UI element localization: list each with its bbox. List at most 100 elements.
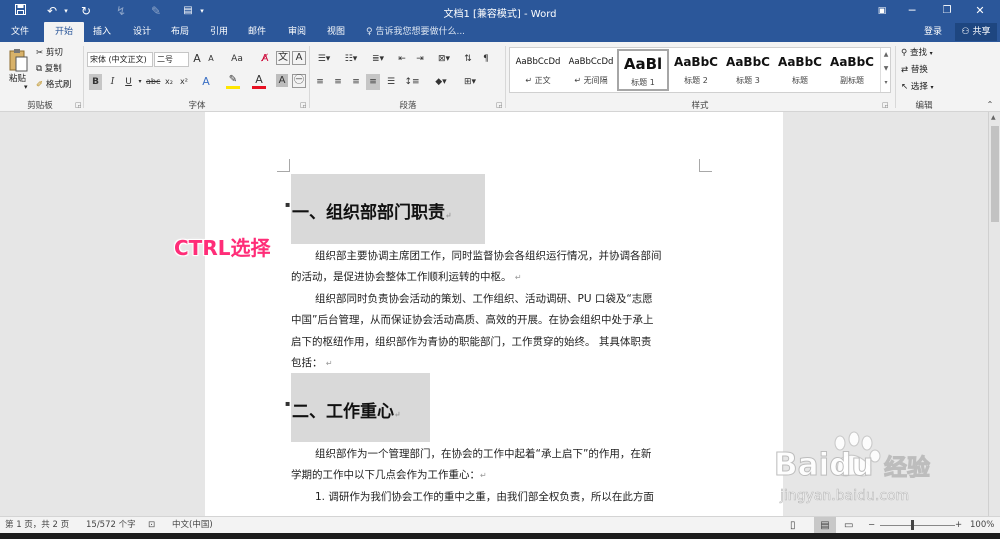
enclosed-alpha-icon[interactable]: ㊀: [292, 74, 306, 88]
cut-button[interactable]: ✂ 剪切: [36, 46, 63, 61]
paragraph-2[interactable]: 组织部同时负责协会活动的策划、工作组织、活动调研、PU 口袋及“志愿 中国”后台…: [291, 289, 701, 374]
increase-indent-icon[interactable]: ⇥: [412, 51, 428, 67]
strikethrough-button[interactable]: abc: [146, 74, 160, 90]
highlight-icon[interactable]: ✎: [226, 74, 240, 89]
style-title[interactable]: AaBbC 标题: [774, 49, 826, 91]
word-count[interactable]: 15/572 个字: [86, 517, 136, 534]
zoom-slider-thumb[interactable]: [911, 520, 914, 530]
gallery-more-icon[interactable]: ▾: [881, 76, 891, 90]
tab-mailings[interactable]: 邮件: [241, 22, 273, 42]
clipboard-launcher-icon[interactable]: ◲: [75, 101, 82, 109]
clear-format-icon[interactable]: A̸: [258, 51, 272, 67]
replace-button[interactable]: ⇄ 替换: [901, 63, 928, 78]
copy-button[interactable]: ⧉ 复制: [36, 62, 62, 77]
font-color-icon[interactable]: A: [252, 74, 266, 89]
change-case-icon[interactable]: Aa: [226, 51, 248, 67]
paste-dropdown-icon[interactable]: ▾: [24, 80, 28, 95]
restore-button[interactable]: ❐: [932, 0, 962, 22]
tab-layout[interactable]: 布局: [164, 22, 196, 42]
styles-launcher-icon[interactable]: ◲: [882, 101, 889, 109]
paragraph-launcher-icon[interactable]: ◲: [496, 101, 503, 109]
language-indicator[interactable]: 中文(中国): [172, 517, 213, 534]
underline-dropdown-icon[interactable]: ▾: [136, 74, 144, 90]
web-layout-icon[interactable]: ▭: [844, 517, 853, 534]
font-name-combo[interactable]: 宋体 (中文正文): [87, 52, 153, 67]
share-button[interactable]: ⚇ 共享: [955, 23, 997, 41]
borders-icon[interactable]: ⊞▾: [458, 74, 482, 90]
ribbon-display-icon[interactable]: ▣: [867, 0, 897, 22]
tell-me-search[interactable]: ♀ 告诉我您想要做什么...: [366, 22, 465, 42]
multilevel-list-icon[interactable]: ≣▾: [367, 51, 389, 67]
find-button[interactable]: ⚲ 查找 ▾: [901, 46, 933, 61]
select-button[interactable]: ↖ 选择 ▾: [901, 80, 934, 95]
zoom-in-button[interactable]: +: [955, 517, 962, 534]
brush-icon: ✐: [36, 80, 44, 90]
style-heading-1[interactable]: AaBl 标题 1: [617, 49, 669, 91]
document-page[interactable]: ▪ 一、组织部部门职责↵ 组织部主要协调主席团工作，同时监督协会各组织运行情况，…: [205, 112, 783, 516]
underline-button[interactable]: U: [122, 74, 135, 90]
sort-icon[interactable]: ⇅: [462, 51, 474, 67]
scroll-thumb[interactable]: [991, 126, 999, 222]
page-count[interactable]: 第 1 页，共 2 页: [5, 517, 69, 534]
show-marks-icon[interactable]: ¶: [480, 51, 492, 67]
read-mode-icon[interactable]: ▯: [790, 517, 796, 534]
paragraph-3[interactable]: 组织部作为一个管理部门，在协会的工作中起着“承上启下”的作用，在新 学期的工作中…: [291, 444, 701, 487]
numbering-icon[interactable]: ☷▾: [340, 51, 362, 67]
align-center-icon[interactable]: ≡: [331, 74, 345, 90]
tab-home[interactable]: 开始: [44, 22, 84, 42]
tab-review[interactable]: 审阅: [281, 22, 313, 42]
line-spacing-icon[interactable]: ↕≡: [402, 74, 422, 90]
scroll-down-icon[interactable]: ▼: [881, 62, 891, 76]
heading-2[interactable]: 二、工作重心↵: [292, 397, 401, 422]
subscript-button[interactable]: x₂: [163, 74, 175, 90]
proofing-icon[interactable]: ⊡: [148, 517, 155, 534]
group-label-clipboard: 剪贴板: [27, 101, 53, 111]
tab-insert[interactable]: 插入: [86, 22, 118, 42]
font-launcher-icon[interactable]: ◲: [300, 101, 307, 109]
style-no-spacing[interactable]: AaBbCcDd ↵ 无间隔: [565, 49, 617, 91]
minimize-button[interactable]: ─: [897, 0, 927, 22]
tab-file[interactable]: 文件: [4, 22, 36, 42]
zoom-slider[interactable]: [880, 525, 955, 526]
login-link[interactable]: 登录: [924, 22, 942, 42]
close-button[interactable]: ✕: [965, 0, 995, 22]
phonetic-guide-icon[interactable]: 文: [276, 51, 290, 65]
decrease-indent-icon[interactable]: ⇤: [394, 51, 410, 67]
chinese-layout-icon[interactable]: ⊠▾: [432, 51, 456, 67]
scroll-up-icon[interactable]: ▲: [881, 48, 891, 62]
scroll-up-arrow-icon[interactable]: ▲: [991, 114, 996, 121]
tab-references[interactable]: 引用: [203, 22, 235, 42]
collapse-ribbon-icon[interactable]: ⌃: [984, 97, 996, 113]
enclose-character-icon[interactable]: A: [292, 51, 306, 65]
bullets-icon[interactable]: ☰▾: [313, 51, 335, 67]
align-left-icon[interactable]: ≡: [313, 74, 327, 90]
paragraph-1[interactable]: 组织部主要协调主席团工作，同时监督协会各组织运行情况，并协调各部间 的活动，是促…: [291, 246, 701, 289]
zoom-level[interactable]: 100%: [970, 517, 994, 534]
tab-design[interactable]: 设计: [126, 22, 158, 42]
superscript-button[interactable]: x²: [178, 74, 190, 90]
style-normal[interactable]: AaBbCcDd ↵ 正文: [512, 49, 564, 91]
bold-button[interactable]: B: [89, 74, 102, 90]
text-effects-icon[interactable]: A: [199, 74, 213, 90]
distributed-icon[interactable]: ☰: [384, 74, 398, 90]
style-heading-2[interactable]: AaBbC 标题 2: [670, 49, 722, 91]
shading-icon[interactable]: ◆▾: [430, 74, 452, 90]
format-painter-button[interactable]: ✐ 格式刷: [36, 78, 71, 93]
justify-icon[interactable]: ≡: [366, 74, 380, 90]
font-size-combo[interactable]: 二号: [154, 52, 189, 67]
heading-1[interactable]: 一、组织部部门职责↵: [292, 198, 452, 223]
character-shading-icon[interactable]: A: [276, 74, 288, 87]
gallery-scroll[interactable]: ▲ ▼ ▾: [880, 48, 891, 92]
align-right-icon[interactable]: ≡: [349, 74, 363, 90]
tab-view[interactable]: 视图: [320, 22, 352, 42]
paragraph-4[interactable]: 1. 调研作为我们协会工作的重中之重，由我们部全权负责，所以在此方面: [291, 487, 701, 508]
print-layout-icon[interactable]: ▤: [814, 517, 836, 534]
italic-button[interactable]: I: [106, 74, 119, 90]
zoom-out-button[interactable]: −: [868, 517, 875, 534]
shrink-font-icon[interactable]: A: [205, 51, 217, 67]
ribbon-home: 粘贴 ▾ ✂ 剪切 ⧉ 复制 ✐ 格式刷 剪贴板 ◲ 宋体 (中文正文) 二号 …: [0, 42, 1000, 112]
style-heading-3[interactable]: AaBbC 标题 3: [722, 49, 774, 91]
grow-font-icon[interactable]: A: [191, 51, 203, 67]
style-subtitle[interactable]: AaBbC 副标题: [826, 49, 878, 91]
vertical-scrollbar[interactable]: ▲: [988, 112, 1000, 516]
